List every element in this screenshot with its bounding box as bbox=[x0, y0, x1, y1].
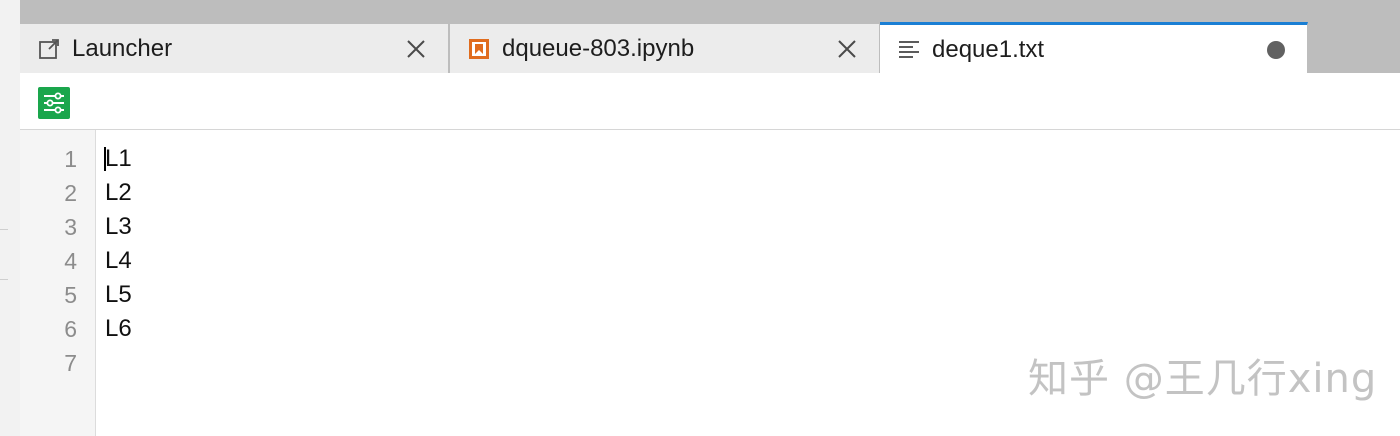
line-number: 4 bbox=[64, 248, 77, 274]
divider bbox=[0, 279, 8, 280]
line-number: 3 bbox=[64, 214, 77, 240]
launcher-icon bbox=[38, 38, 60, 60]
line-number: 6 bbox=[64, 316, 77, 342]
tab-label: dqueue-803.ipynb bbox=[502, 34, 695, 62]
tab-deque1-txt[interactable]: deque1.txt bbox=[880, 22, 1308, 74]
unsaved-indicator-icon[interactable] bbox=[1267, 40, 1285, 59]
tab-label: Launcher bbox=[72, 34, 173, 62]
close-icon[interactable] bbox=[835, 37, 859, 61]
line-number: 7 bbox=[64, 350, 77, 376]
code-line[interactable]: L2 bbox=[105, 176, 132, 210]
close-icon[interactable] bbox=[404, 37, 428, 61]
text-cursor bbox=[104, 147, 106, 171]
code-line[interactable]: L1 bbox=[105, 142, 132, 176]
editor-toolbar bbox=[20, 73, 1400, 130]
settings-button[interactable] bbox=[38, 87, 70, 119]
line-number: 5 bbox=[64, 282, 77, 308]
tab-bar: Launcher dqueue-803.ipynb deque1.txt bbox=[20, 10, 1400, 74]
code-line[interactable]: L5 bbox=[105, 278, 132, 312]
tab-label: deque1.txt bbox=[932, 35, 1045, 63]
text-editor[interactable]: 1 2 3 4 5 6 7 L1 L2 L3 L4 L5 L6 知乎 @王几行x… bbox=[20, 130, 1400, 436]
tab-launcher[interactable]: Launcher bbox=[20, 24, 449, 73]
tab-dqueue-notebook[interactable]: dqueue-803.ipynb bbox=[450, 24, 880, 73]
left-panel-edge bbox=[0, 0, 20, 436]
watermark: 知乎 @王几行xing bbox=[1028, 356, 1378, 402]
line-number-gutter: 1 2 3 4 5 6 7 bbox=[20, 130, 96, 436]
window-frame-top bbox=[0, 0, 1400, 10]
notebook-icon bbox=[468, 38, 490, 60]
line-number: 2 bbox=[64, 180, 77, 206]
line-number: 1 bbox=[64, 146, 77, 172]
text-file-icon bbox=[898, 39, 920, 61]
settings-icon bbox=[44, 92, 64, 114]
divider bbox=[0, 229, 8, 230]
code-line[interactable]: L3 bbox=[105, 210, 132, 244]
code-line[interactable]: L4 bbox=[105, 244, 132, 278]
code-line[interactable]: L6 bbox=[105, 312, 132, 346]
